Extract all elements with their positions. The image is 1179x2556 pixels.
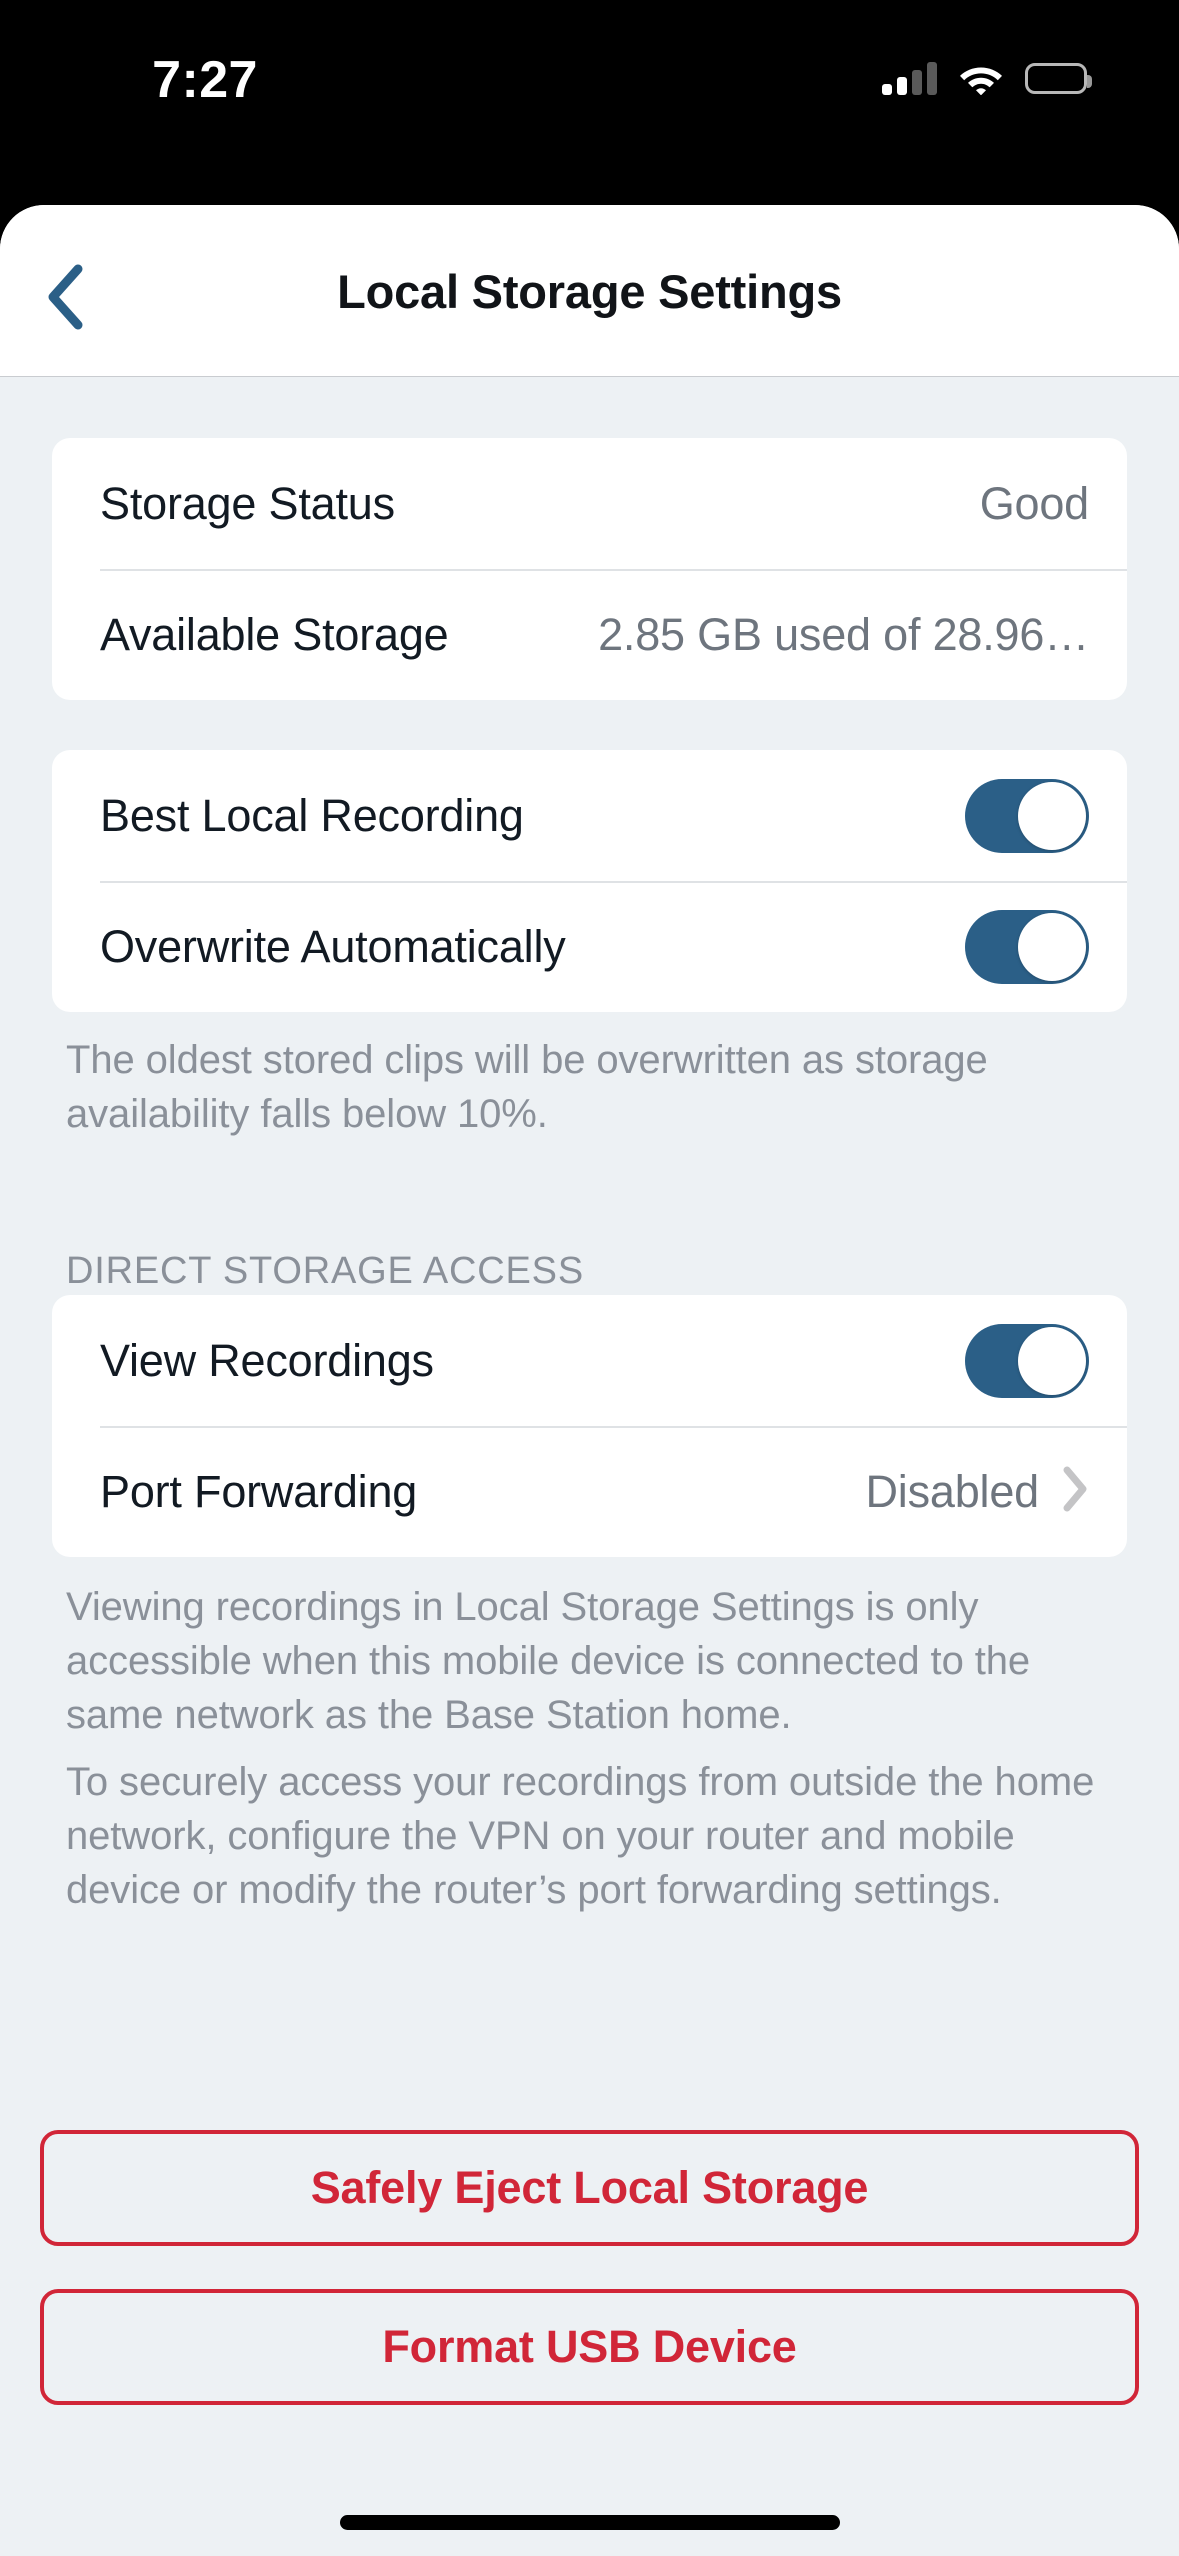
storage-status-label: Storage Status xyxy=(100,477,395,529)
port-forwarding-value: Disabled xyxy=(865,1465,1039,1517)
available-storage-label: Available Storage xyxy=(100,608,449,660)
view-recordings-label: View Recordings xyxy=(100,1334,434,1386)
wifi-icon xyxy=(959,61,1003,96)
row-best-local-recording[interactable]: Best Local Recording xyxy=(52,750,1127,881)
format-usb-device-button[interactable]: Format USB Device xyxy=(40,2289,1139,2405)
settings-content: Storage Status Good Available Storage 2.… xyxy=(0,377,1179,2556)
battery-icon xyxy=(1025,62,1092,94)
view-recordings-toggle[interactable] xyxy=(965,1323,1089,1398)
safely-eject-local-storage-button[interactable]: Safely Eject Local Storage xyxy=(40,2130,1139,2246)
direct-access-footnote-1: Viewing recordings in Local Storage Sett… xyxy=(66,1585,1031,1737)
page-title: Local Storage Settings xyxy=(337,264,842,318)
available-storage-value: 2.85 GB used of 28.96… xyxy=(598,608,1090,660)
direct-storage-access-section-header: DIRECT STORAGE ACCESS xyxy=(66,1250,584,1292)
best-local-recording-toggle[interactable] xyxy=(965,778,1089,853)
storage-status-card: Storage Status Good Available Storage 2.… xyxy=(52,438,1127,700)
status-bar: 7:27 xyxy=(0,0,1179,205)
best-local-recording-label: Best Local Recording xyxy=(100,789,524,841)
navigation-bar: Local Storage Settings xyxy=(0,205,1179,377)
row-storage-status: Storage Status Good xyxy=(52,438,1127,569)
chevron-right-icon xyxy=(1061,1465,1089,1518)
home-indicator xyxy=(339,2515,840,2530)
cellular-signal-icon xyxy=(882,61,937,95)
modal-sheet: Local Storage Settings Storage Status Go… xyxy=(0,205,1179,2556)
overwrite-automatically-label: Overwrite Automatically xyxy=(100,920,566,972)
port-forwarding-label: Port Forwarding xyxy=(100,1465,418,1517)
overwrite-automatically-toggle[interactable] xyxy=(965,909,1089,984)
recording-options-card: Best Local Recording Overwrite Automatic… xyxy=(52,750,1127,1012)
direct-storage-access-card: View Recordings Port Forwarding Disabled xyxy=(52,1295,1127,1557)
row-overwrite-automatically[interactable]: Overwrite Automatically xyxy=(52,881,1127,1012)
status-bar-icons xyxy=(882,55,1092,101)
row-port-forwarding[interactable]: Port Forwarding Disabled xyxy=(52,1426,1127,1557)
phone-screen: 7:27 Local Storage Settings Storage Stat… xyxy=(0,0,1179,2556)
status-bar-time: 7:27 xyxy=(152,51,258,109)
row-available-storage: Available Storage 2.85 GB used of 28.96… xyxy=(52,569,1127,700)
storage-status-value: Good xyxy=(979,477,1089,529)
direct-access-footnote-2: To securely access your recordings from … xyxy=(66,1760,1095,1912)
overwrite-footnote: The oldest stored clips will be overwrit… xyxy=(66,1038,988,1136)
row-view-recordings[interactable]: View Recordings xyxy=(52,1295,1127,1426)
